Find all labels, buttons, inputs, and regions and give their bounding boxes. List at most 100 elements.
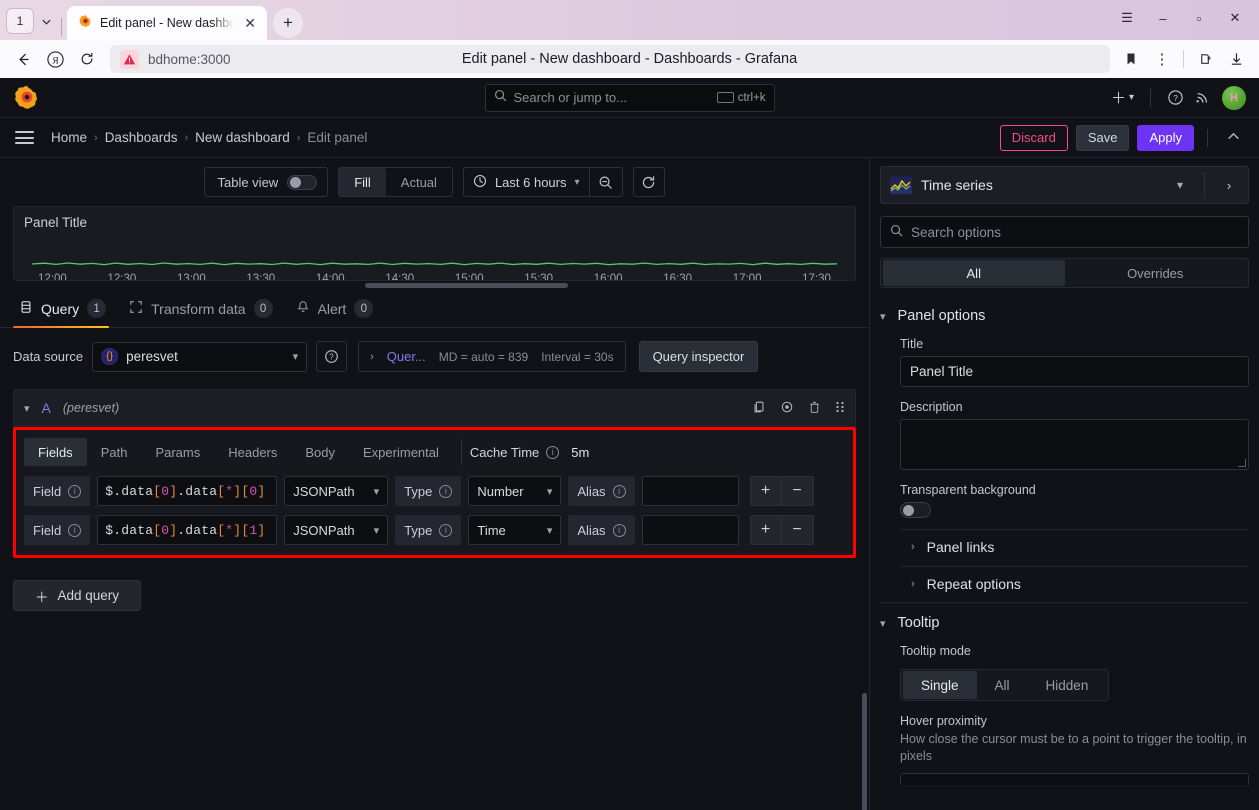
info-icon[interactable]: i — [439, 484, 453, 498]
back-arrow-icon[interactable] — [8, 44, 38, 74]
zoom-out-icon[interactable] — [590, 167, 622, 197]
save-button[interactable]: Save — [1075, 124, 1130, 151]
transparent-background-switch[interactable] — [900, 502, 931, 518]
info-icon[interactable]: i — [68, 484, 82, 498]
browser-tab[interactable]: Edit panel - New dashbo ✕ — [67, 6, 267, 40]
tab-alert[interactable]: Alert 0 — [290, 299, 387, 327]
address-bar[interactable]: bdhome:3000 — [110, 45, 1110, 73]
add-button[interactable]: ＋ ▾ — [1111, 87, 1134, 108]
query-row-header[interactable]: ▾ A (peresvet) — [13, 389, 856, 427]
info-icon[interactable]: i — [68, 523, 82, 537]
panel-horizontal-scrollbar[interactable] — [0, 281, 869, 290]
ftab-experimental[interactable]: Experimental — [349, 438, 453, 466]
field-type-select[interactable]: Time ▾ — [468, 515, 562, 545]
tooltip-mode-all[interactable]: All — [977, 671, 1028, 699]
query-ref-id[interactable]: A — [42, 400, 51, 416]
refresh-icon[interactable] — [632, 167, 665, 197]
discard-button[interactable]: Discard — [999, 124, 1068, 151]
ftab-body[interactable]: Body — [291, 438, 349, 466]
panel-title-input[interactable]: Panel Title — [900, 356, 1249, 387]
cache-time-value[interactable]: 5m — [559, 445, 589, 460]
tab-query[interactable]: Query 1 — [13, 299, 119, 328]
search-input[interactable]: Search or jump to... ctrl+k — [484, 83, 775, 112]
panel-preview[interactable]: Panel Title 12:00 12:30 13:00 13:30 14:0… — [13, 206, 856, 281]
add-query-button[interactable]: ＋ Add query — [13, 580, 141, 611]
avatar[interactable]: H — [1222, 85, 1246, 110]
new-tab-button[interactable]: + — [273, 8, 303, 38]
chevron-down-icon[interactable]: ▾ — [1165, 178, 1195, 192]
tab-count-badge[interactable]: 1 — [6, 8, 34, 34]
query-options-summary[interactable]: › Quer... MD = auto = 839 Interval = 30s — [358, 341, 626, 372]
field-language-select[interactable]: JSONPath ▾ — [284, 476, 389, 506]
tooltip-mode-hidden[interactable]: Hidden — [1028, 671, 1107, 699]
viz-picker-button[interactable]: Time series ▾ › — [880, 166, 1249, 204]
trash-icon[interactable] — [808, 400, 821, 417]
options-search-input[interactable]: Search options — [880, 216, 1249, 248]
alias-input[interactable] — [641, 515, 739, 545]
grafana-logo-icon[interactable] — [13, 84, 41, 112]
datasource-picker[interactable]: {} peresvet ▾ — [92, 341, 308, 372]
remove-field-button[interactable]: − — [781, 515, 814, 545]
extensions-icon[interactable] — [1190, 44, 1220, 74]
panel-links-section[interactable]: › Panel links — [900, 529, 1249, 555]
chevron-up-icon[interactable] — [1221, 129, 1246, 147]
tab-transform-data[interactable]: Transform data 0 — [123, 299, 285, 327]
copy-icon[interactable] — [752, 400, 766, 417]
apply-button[interactable]: Apply — [1137, 124, 1194, 151]
ftab-headers[interactable]: Headers — [214, 438, 291, 466]
ftab-params[interactable]: Params — [141, 438, 214, 466]
tooltip-mode-single[interactable]: Single — [903, 671, 977, 699]
add-field-button[interactable]: + — [749, 476, 782, 506]
field-expression-input[interactable]: $.data[0] .data[*][0] — [97, 476, 278, 506]
breadcrumb-item-dashboards[interactable]: Dashboards — [105, 130, 178, 145]
info-icon[interactable]: i — [439, 523, 453, 537]
info-icon[interactable]: i — [612, 523, 626, 537]
maximize-icon[interactable]: ▫ — [1181, 4, 1217, 32]
timeseries-plot[interactable] — [24, 240, 845, 272]
breadcrumb-item-new-dashboard[interactable]: New dashboard — [195, 130, 290, 145]
bookmark-icon[interactable] — [1116, 44, 1146, 74]
time-range-picker[interactable]: Last 6 hours ▾ — [464, 174, 589, 191]
close-icon[interactable]: ✕ — [241, 14, 259, 32]
fill-button[interactable]: Fill — [339, 168, 386, 196]
panel-description-textarea[interactable] — [900, 419, 1249, 470]
ftab-fields[interactable]: Fields — [24, 438, 87, 466]
table-view-toggle-group[interactable]: Table view — [204, 167, 329, 197]
info-icon[interactable]: i — [612, 484, 626, 498]
scrollbar-thumb[interactable] — [365, 283, 568, 288]
repeat-options-section[interactable]: › Repeat options — [900, 566, 1249, 592]
field-language-select[interactable]: JSONPath ▾ — [284, 515, 389, 545]
yandex-icon[interactable]: Я — [40, 44, 70, 74]
section-tooltip[interactable]: ▾ Tooltip — [880, 615, 1249, 631]
breadcrumb-item-home[interactable]: Home — [51, 130, 87, 145]
datasource-help-button[interactable]: ? — [316, 341, 348, 372]
rss-icon[interactable] — [1195, 90, 1211, 106]
field-expression-input[interactable]: $.data[0] .data[*][1] — [97, 515, 278, 545]
remove-field-button[interactable]: − — [781, 476, 814, 506]
help-circle-icon[interactable]: ? — [1167, 89, 1184, 106]
add-field-button[interactable]: + — [749, 515, 782, 545]
hover-proximity-input[interactable] — [900, 772, 1249, 785]
actual-button[interactable]: Actual — [386, 168, 452, 196]
drag-handle-icon[interactable] — [835, 400, 845, 417]
download-icon[interactable] — [1221, 44, 1251, 74]
minimize-icon[interactable]: ‒ — [1145, 4, 1181, 32]
kebab-menu-icon[interactable]: ⋮ — [1147, 44, 1177, 74]
reload-icon[interactable] — [72, 44, 102, 74]
eye-icon[interactable] — [780, 400, 794, 417]
field-type-select[interactable]: Number ▾ — [468, 476, 562, 506]
hamburger-icon[interactable]: ☰ — [1109, 4, 1145, 32]
close-icon[interactable]: ✕ — [1217, 4, 1253, 32]
table-view-switch[interactable] — [287, 174, 318, 190]
hamburger-menu-icon[interactable] — [13, 127, 36, 148]
query-inspector-button[interactable]: Query inspector — [638, 341, 759, 372]
tab-all[interactable]: All — [883, 260, 1065, 286]
chevron-down-icon[interactable]: ▾ — [24, 402, 30, 415]
security-warning-icon[interactable] — [120, 49, 139, 69]
chevron-right-icon[interactable]: › — [1214, 178, 1244, 193]
ftab-path[interactable]: Path — [87, 438, 142, 466]
tab-overrides[interactable]: Overrides — [1065, 260, 1247, 286]
info-icon[interactable]: i — [546, 445, 560, 459]
alias-input[interactable] — [641, 476, 739, 506]
query-pane-scrollbar[interactable] — [862, 693, 867, 810]
